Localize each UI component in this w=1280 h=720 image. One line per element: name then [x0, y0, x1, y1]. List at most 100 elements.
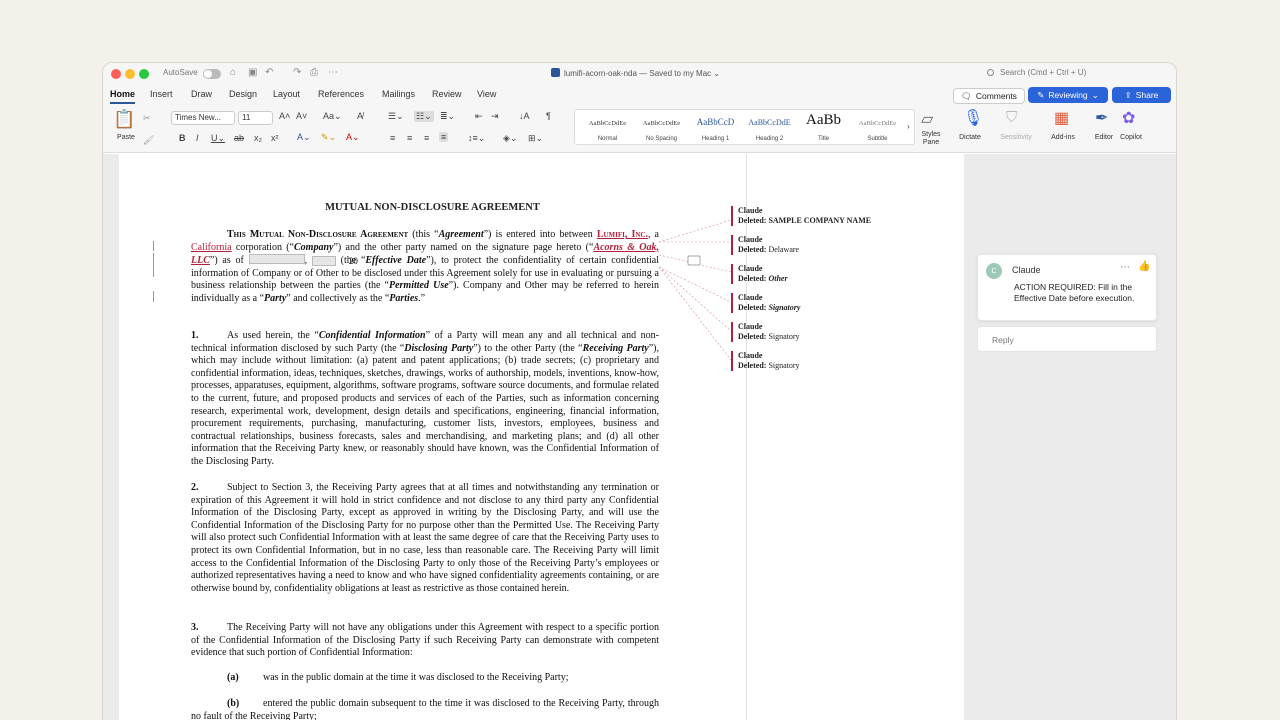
- share-button[interactable]: ⇪ Share: [1112, 87, 1171, 103]
- bullets-icon[interactable]: ☰⌄: [388, 111, 404, 122]
- font-color-icon[interactable]: A⌄: [346, 132, 360, 143]
- text-effects-icon[interactable]: A⌄: [297, 132, 311, 143]
- reply-box[interactable]: [977, 326, 1157, 352]
- sort-icon[interactable]: ↓A: [519, 111, 530, 121]
- copilot-icon[interactable]: ✿: [1122, 108, 1135, 128]
- styles-pane-icon[interactable]: ▱: [921, 109, 933, 129]
- revision-balloon[interactable]: Claude Deleted: Signatory: [731, 293, 931, 313]
- align-left-icon[interactable]: ≡: [390, 133, 395, 143]
- comment-marker-icon[interactable]: [687, 255, 701, 266]
- search-box[interactable]: Search (Cmd + Ctrl + U): [987, 68, 1086, 77]
- styles-pane-label[interactable]: Styles Pane: [915, 131, 947, 147]
- thumbs-up-icon[interactable]: 👍: [1138, 261, 1150, 272]
- minimize-window-button[interactable]: [125, 69, 135, 79]
- style-sample: AaBb: [806, 112, 841, 128]
- pilcrow-icon[interactable]: ¶: [546, 111, 551, 121]
- strikethrough-icon[interactable]: ab: [234, 133, 244, 143]
- font-size-select[interactable]: 11: [238, 111, 273, 125]
- decrease-indent-icon[interactable]: ⇤: [475, 111, 483, 122]
- comments-label: Comments: [975, 91, 1017, 101]
- shrink-font-icon[interactable]: A˅: [296, 111, 307, 121]
- save-icon[interactable]: ▣: [248, 67, 257, 78]
- tab-insert[interactable]: Insert: [150, 89, 173, 99]
- document-area: MUTUAL NON-DISCLOSURE AGREEMENT This Mut…: [103, 154, 1176, 720]
- redo-icon[interactable]: ↷: [293, 67, 301, 78]
- comment-card[interactable]: C Claude ⋯ 👍 ACTION REQUIRED: Fill in th…: [977, 254, 1157, 321]
- bold-icon[interactable]: B: [179, 133, 186, 143]
- add-ins-label[interactable]: Add-ins: [1048, 134, 1078, 141]
- print-icon[interactable]: ⎙: [310, 67, 318, 78]
- more-options-icon[interactable]: ⋯: [1120, 262, 1130, 273]
- align-right-icon[interactable]: ≡: [424, 133, 429, 143]
- superscript-icon[interactable]: x²: [271, 133, 279, 143]
- comments-button[interactable]: 🗨 Comments: [953, 88, 1025, 104]
- subscript-icon[interactable]: x₂: [254, 133, 262, 143]
- editor-label[interactable]: Editor: [1091, 134, 1117, 141]
- revision-balloon[interactable]: Claude Deleted: Signatory: [731, 322, 931, 342]
- clear-format-icon[interactable]: A̸: [357, 111, 363, 121]
- style-no-spacing[interactable]: AaBbCcDdEe No Spacing: [635, 110, 688, 146]
- borders-icon[interactable]: ⊞⌄: [528, 133, 543, 144]
- italic-icon[interactable]: I: [196, 133, 199, 143]
- document-page[interactable]: MUTUAL NON-DISCLOSURE AGREEMENT This Mut…: [119, 154, 964, 720]
- tab-draw[interactable]: Draw: [191, 89, 212, 99]
- zoom-window-button[interactable]: [139, 69, 149, 79]
- grow-font-icon[interactable]: A˄: [279, 111, 290, 121]
- reviewing-button[interactable]: ✎ Reviewing ⌄: [1028, 87, 1108, 103]
- paste-label[interactable]: Paste: [115, 134, 137, 141]
- underline-icon[interactable]: U⌄: [211, 133, 225, 144]
- increase-indent-icon[interactable]: ⇥: [491, 111, 499, 122]
- tab-mailings[interactable]: Mailings: [382, 89, 415, 99]
- font-name-select[interactable]: Times New...: [171, 111, 235, 125]
- style-heading-1[interactable]: AaBbCcD Heading 1: [689, 110, 742, 146]
- add-ins-icon[interactable]: ▦: [1054, 108, 1069, 128]
- undo-icon[interactable]: ↶: [265, 67, 273, 78]
- justify-icon[interactable]: ≡: [439, 132, 449, 142]
- balloon-deleted-value: SAMPLE COMPANY NAME: [768, 216, 872, 225]
- tab-design[interactable]: Design: [229, 89, 257, 99]
- more-icon[interactable]: ⋯: [328, 67, 338, 78]
- highlight-icon[interactable]: ✎⌄: [321, 132, 336, 143]
- paste-icon[interactable]: 📋: [113, 109, 135, 130]
- document-title[interactable]: lumifi-acorn-oak-nda — Saved to my Mac ⌄: [551, 68, 720, 78]
- chevron-right-icon[interactable]: ›: [907, 122, 910, 131]
- cut-icon[interactable]: ✂: [143, 113, 151, 124]
- reply-input[interactable]: [992, 335, 1132, 345]
- revision-balloon[interactable]: Claude Deleted: Delaware: [731, 235, 931, 255]
- revision-balloon[interactable]: Claude Deleted: Other: [731, 264, 931, 284]
- dictate-label[interactable]: Dictate: [955, 134, 985, 141]
- editor-icon[interactable]: ✒: [1095, 108, 1108, 128]
- home-icon[interactable]: ⌂: [230, 67, 236, 78]
- comment-icon: 🗨: [961, 90, 972, 101]
- style-normal[interactable]: AaBbCcDdEe Normal: [581, 110, 634, 146]
- style-title[interactable]: AaBb Title: [797, 110, 850, 146]
- word-window: AutoSave ⌂ ▣ ↶ ↷ ⎙ ⋯ lumifi-acorn-oak-nd…: [102, 62, 1177, 720]
- tab-layout[interactable]: Layout: [273, 89, 300, 99]
- revision-balloon[interactable]: Claude Deleted: SAMPLE COMPANY NAME: [731, 206, 931, 226]
- close-window-button[interactable]: [111, 69, 121, 79]
- font-size-value: 11: [242, 113, 251, 122]
- balloon-deleted-value: Delaware: [768, 245, 800, 254]
- microphone-icon[interactable]: 🎙: [963, 108, 983, 128]
- style-sample: AaBbCcDdEe: [588, 120, 627, 127]
- autosave-toggle[interactable]: [203, 69, 221, 79]
- line-spacing-icon[interactable]: ↕≡⌄: [468, 133, 485, 144]
- change-case-icon[interactable]: Aa⌄: [323, 111, 342, 122]
- copilot-label[interactable]: Copilot: [1116, 134, 1146, 141]
- tab-view[interactable]: View: [477, 89, 496, 99]
- shading-icon[interactable]: ◈⌄: [503, 133, 517, 144]
- tab-review[interactable]: Review: [432, 89, 462, 99]
- share-icon: ⇪: [1124, 89, 1132, 100]
- tab-references[interactable]: References: [318, 89, 364, 99]
- align-center-icon[interactable]: ≡: [407, 133, 412, 143]
- balloon-author: Claude: [738, 351, 763, 360]
- tab-home[interactable]: Home: [110, 89, 136, 104]
- revision-balloon[interactable]: Claude Deleted: Signatory: [731, 351, 931, 371]
- balloon-deleted-label: Deleted:: [738, 361, 767, 370]
- format-painter-icon[interactable]: 🖌: [143, 135, 154, 146]
- numbering-icon[interactable]: ☷⌄: [414, 111, 434, 122]
- style-subtitle[interactable]: AaBbCcDdEe Subtitle: [851, 110, 904, 146]
- style-heading-2[interactable]: AaBbCcDdE Heading 2: [743, 110, 796, 146]
- multilevel-list-icon[interactable]: ≣⌄: [440, 111, 455, 122]
- leader-line: [658, 266, 732, 332]
